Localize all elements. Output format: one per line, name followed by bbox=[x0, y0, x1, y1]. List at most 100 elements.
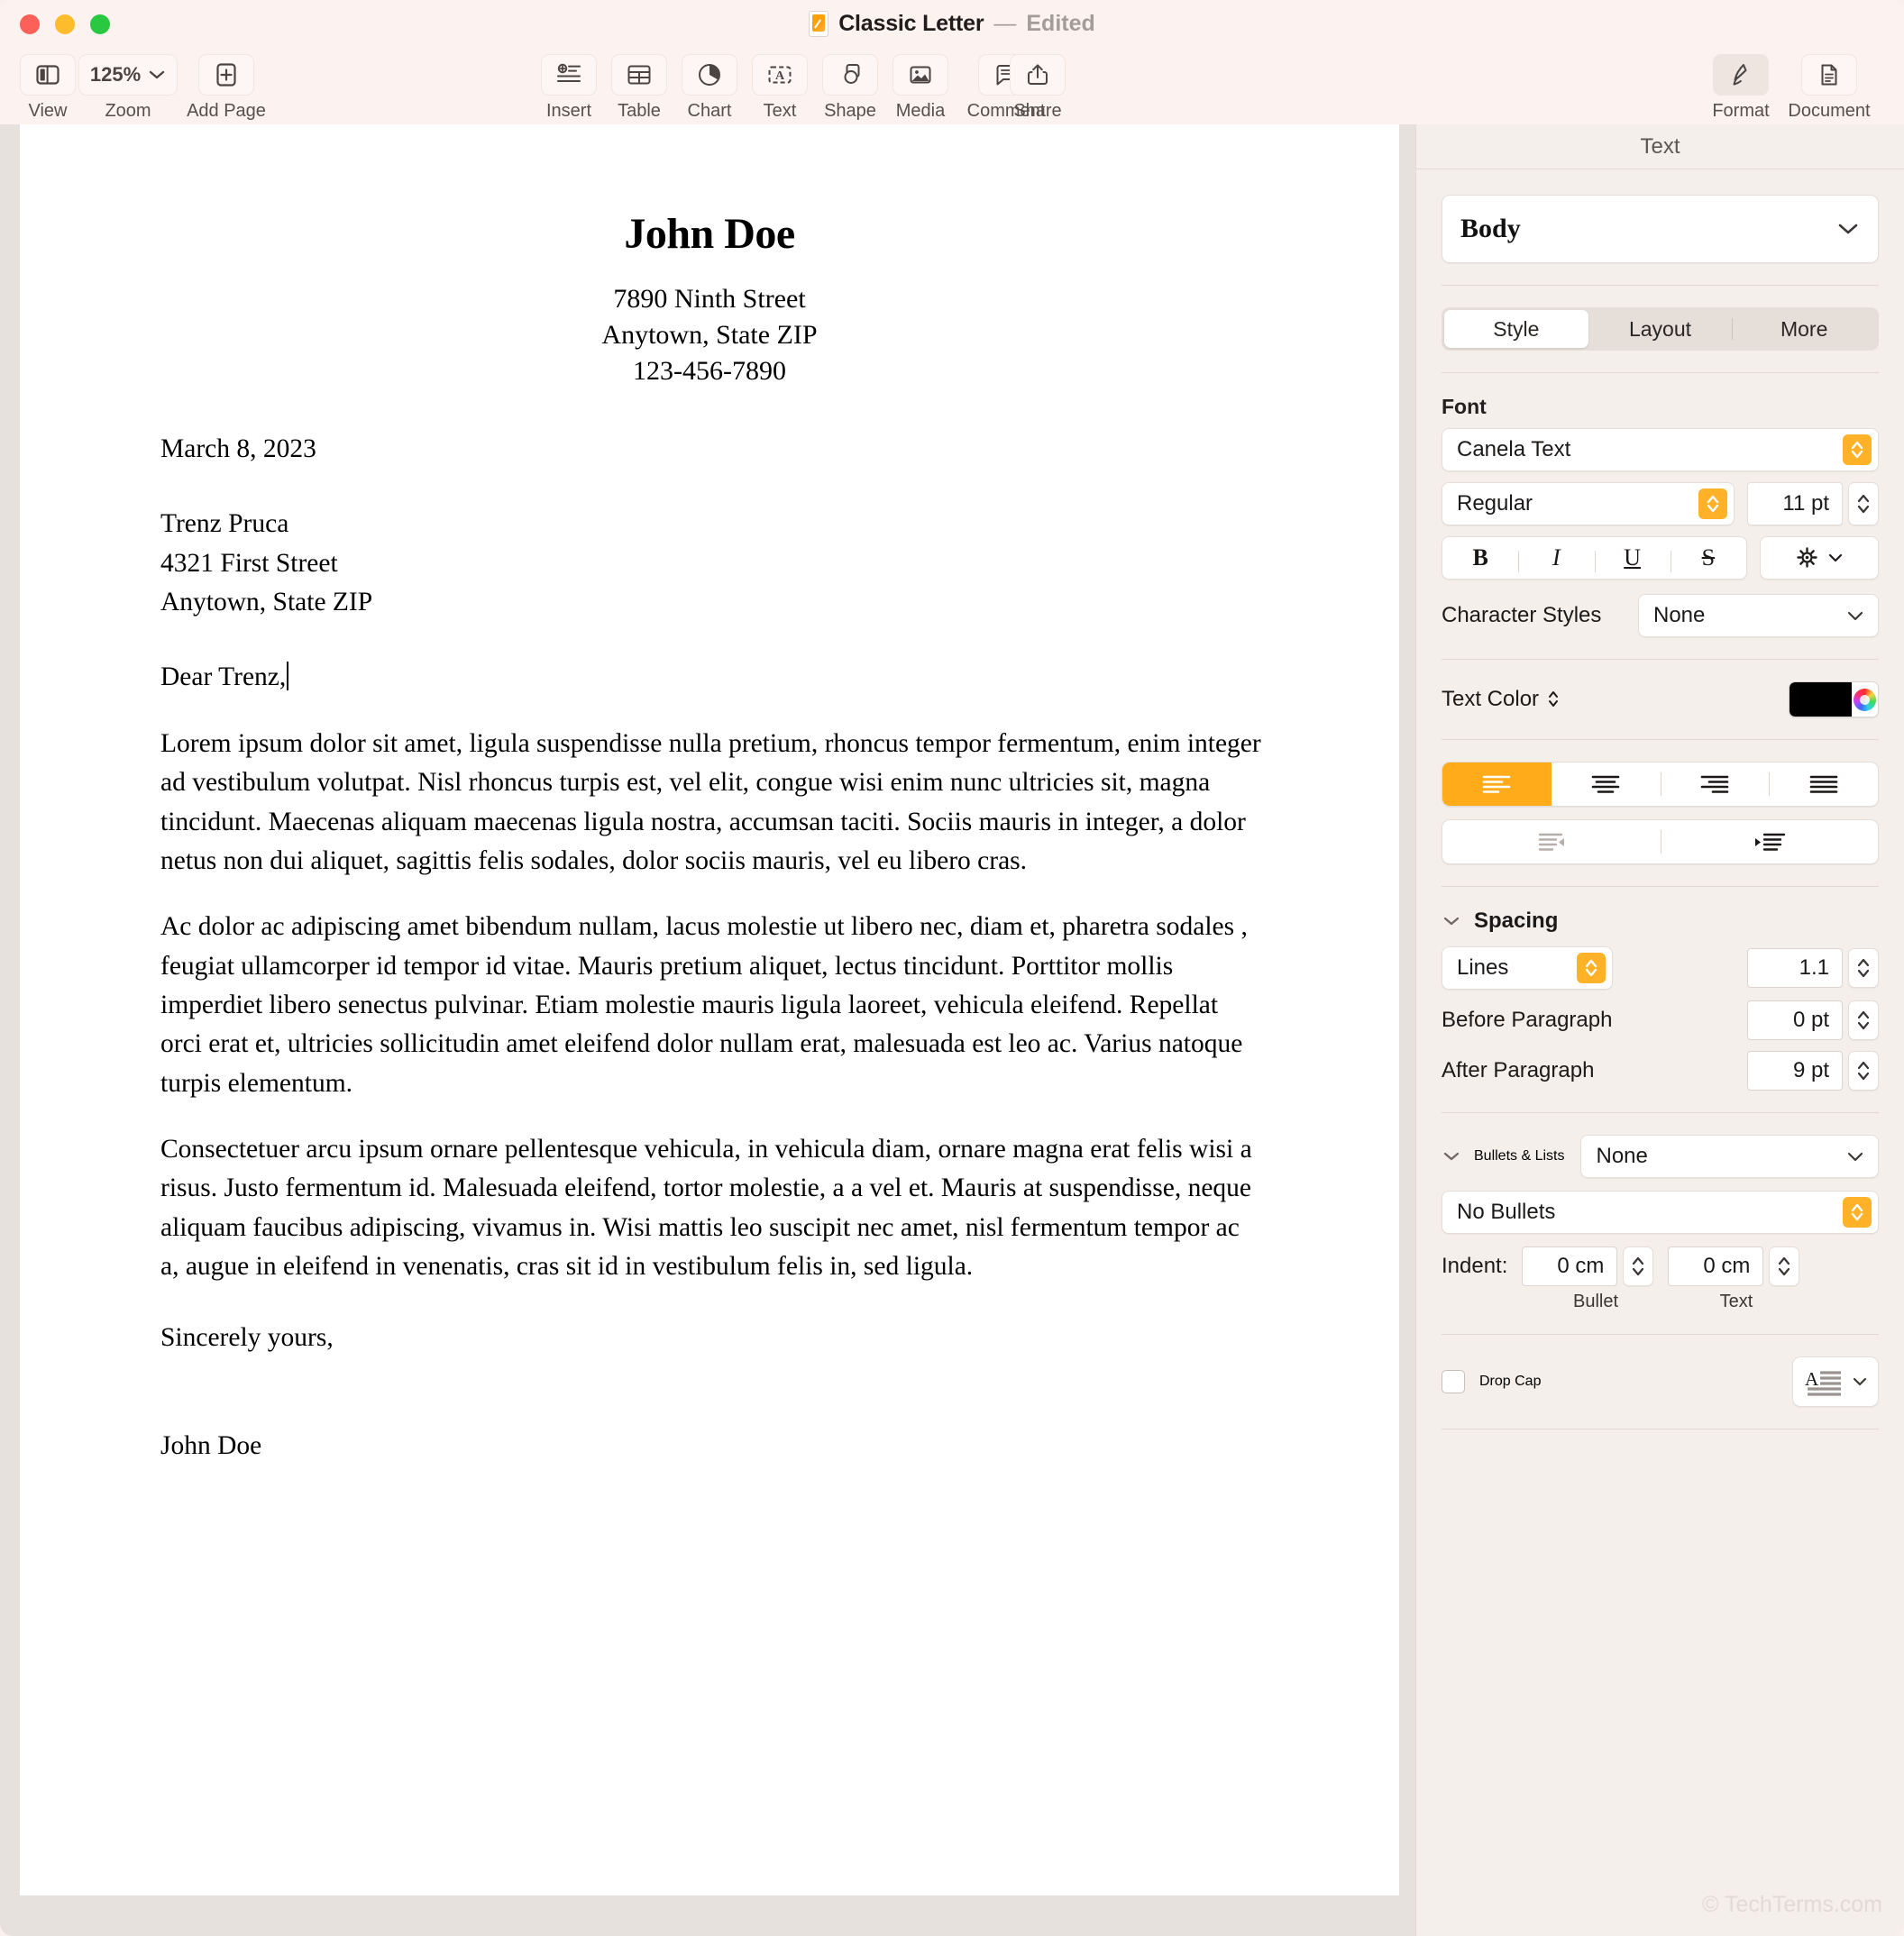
line-spacing-value-stepper[interactable] bbox=[1848, 948, 1879, 988]
font-size-field[interactable]: 11 pt bbox=[1747, 482, 1843, 525]
color-wheel-button[interactable] bbox=[1852, 682, 1878, 717]
list-style-select[interactable]: None bbox=[1580, 1135, 1879, 1178]
align-center-button[interactable] bbox=[1552, 763, 1661, 806]
tab-more[interactable]: More bbox=[1732, 310, 1876, 348]
align-right-button[interactable] bbox=[1660, 763, 1770, 806]
toolbar-document[interactable]: Document bbox=[1776, 54, 1882, 122]
body-paragraph[interactable]: Lorem ipsum dolor sit amet, ligula suspe… bbox=[160, 725, 1264, 881]
recipient-line: Trenz Pruca bbox=[160, 509, 289, 539]
chevron-down-icon bbox=[1828, 553, 1843, 562]
bullet-indent-caption: Bullet bbox=[1572, 1292, 1619, 1311]
drop-cap-preview-button[interactable]: A bbox=[1792, 1356, 1879, 1407]
paragraph-style-select[interactable]: Body bbox=[1442, 195, 1879, 263]
before-paragraph-field[interactable]: 0 pt bbox=[1747, 1000, 1843, 1040]
indent-captions-row: Bullet Text bbox=[1442, 1292, 1879, 1312]
format-sidebar: Text Body Style Layout More Font Canela … bbox=[1415, 124, 1904, 1936]
chart-button[interactable] bbox=[682, 54, 737, 96]
line-spacing-stepper-icon[interactable] bbox=[1577, 953, 1606, 983]
document-button[interactable] bbox=[1801, 54, 1857, 96]
text-indent-field[interactable]: 0 cm bbox=[1668, 1247, 1764, 1286]
letterhead-name[interactable]: John Doe bbox=[20, 209, 1399, 259]
media-button[interactable] bbox=[892, 54, 948, 96]
font-options-button[interactable] bbox=[1760, 536, 1879, 580]
toolbar-shape[interactable]: Shape bbox=[815, 54, 885, 122]
text-color-swatch[interactable] bbox=[1790, 682, 1852, 717]
toolbar-add-page[interactable]: Add Page bbox=[173, 54, 279, 122]
after-paragraph-field[interactable]: 9 pt bbox=[1747, 1051, 1843, 1091]
format-button[interactable] bbox=[1713, 54, 1769, 96]
font-size-stepper[interactable] bbox=[1848, 482, 1879, 525]
signature-line[interactable]: John Doe bbox=[160, 1427, 1264, 1466]
drop-cap-checkbox[interactable] bbox=[1442, 1370, 1465, 1393]
italic-button[interactable]: I bbox=[1518, 544, 1594, 572]
character-styles-select[interactable]: None bbox=[1638, 594, 1879, 637]
body-paragraph[interactable]: Ac dolor ac adipiscing amet bibendum nul… bbox=[160, 908, 1264, 1103]
letter-body[interactable]: March 8, 2023 Trenz Pruca 4321 First Str… bbox=[160, 430, 1264, 1466]
text-color-well[interactable] bbox=[1789, 681, 1879, 717]
toolbar-share[interactable]: Share bbox=[1002, 54, 1073, 122]
divider bbox=[1442, 886, 1879, 887]
document-title[interactable]: Classic Letter bbox=[838, 11, 984, 37]
bullet-indent-stepper[interactable] bbox=[1623, 1247, 1654, 1286]
text-button[interactable]: A bbox=[752, 54, 808, 96]
bullets-title[interactable]: Bullets & Lists bbox=[1474, 1148, 1564, 1164]
bullet-type-stepper-icon[interactable] bbox=[1843, 1197, 1872, 1228]
line-spacing-mode-select[interactable]: Lines bbox=[1442, 946, 1613, 990]
recipient-block[interactable]: Trenz Pruca 4321 First Street Anytown, S… bbox=[160, 505, 1264, 622]
decrease-indent-button[interactable] bbox=[1442, 820, 1661, 863]
toolbar-zoom[interactable]: 125% Zoom bbox=[78, 54, 178, 122]
toolbar-media[interactable]: Media bbox=[885, 54, 956, 122]
share-label: Share bbox=[1013, 101, 1062, 121]
closing-line[interactable]: Sincerely yours, bbox=[160, 1319, 1264, 1357]
toolbar-text[interactable]: A Text bbox=[745, 54, 815, 122]
font-family-value: Canela Text bbox=[1457, 437, 1571, 461]
toolbar-insert[interactable]: Insert bbox=[534, 54, 604, 122]
watermark: © TechTerms.com bbox=[1702, 1892, 1882, 1917]
document-canvas[interactable]: John Doe 7890 Ninth Street Anytown, Stat… bbox=[0, 124, 1415, 1936]
font-weight-select[interactable]: Regular bbox=[1442, 482, 1735, 525]
letter-date[interactable]: March 8, 2023 bbox=[160, 430, 1264, 469]
add-page-button[interactable] bbox=[198, 54, 254, 96]
letterhead-address[interactable]: 7890 Ninth Street Anytown, State ZIP 123… bbox=[20, 286, 1399, 385]
font-weight-stepper-icon[interactable] bbox=[1698, 489, 1727, 519]
tab-style[interactable]: Style bbox=[1444, 310, 1588, 348]
font-family-select[interactable]: Canela Text bbox=[1442, 428, 1879, 471]
insert-button[interactable] bbox=[541, 54, 597, 96]
underline-button[interactable]: U bbox=[1594, 544, 1671, 572]
document-page[interactable]: John Doe 7890 Ninth Street Anytown, Stat… bbox=[20, 124, 1399, 1895]
paragraph-style-value: Body bbox=[1460, 214, 1521, 243]
view-button[interactable] bbox=[20, 54, 76, 96]
toolbar-left-group: View 125% Zoom Add Page bbox=[13, 54, 279, 122]
tab-more-label: More bbox=[1780, 316, 1828, 341]
toolbar-table[interactable]: Table bbox=[604, 54, 674, 122]
toolbar-view[interactable]: View bbox=[13, 54, 83, 122]
shape-button[interactable] bbox=[822, 54, 878, 96]
share-button[interactable] bbox=[1010, 54, 1066, 96]
increase-indent-button[interactable] bbox=[1660, 820, 1879, 863]
before-paragraph-stepper[interactable] bbox=[1848, 1000, 1879, 1040]
body-paragraph[interactable]: Consectetuer arcu ipsum ornare pellentes… bbox=[160, 1130, 1264, 1286]
table-button[interactable] bbox=[611, 54, 667, 96]
font-family-stepper-icon[interactable] bbox=[1843, 434, 1872, 465]
align-left-icon bbox=[1483, 775, 1511, 793]
bold-button[interactable]: B bbox=[1442, 544, 1518, 571]
align-justify-button[interactable] bbox=[1769, 763, 1878, 806]
increase-indent-icon bbox=[1755, 833, 1786, 851]
toolbar-format[interactable]: Format bbox=[1706, 54, 1776, 122]
before-paragraph-label: Before Paragraph bbox=[1442, 1008, 1613, 1032]
after-paragraph-stepper[interactable] bbox=[1848, 1051, 1879, 1091]
strikethrough-button[interactable]: S bbox=[1670, 544, 1746, 572]
line-spacing-value-field[interactable]: 1.1 bbox=[1747, 948, 1843, 988]
salutation-line[interactable]: Dear Trenz, bbox=[160, 658, 289, 697]
zoom-button[interactable]: 125% bbox=[78, 54, 178, 96]
spacing-section-header[interactable]: Spacing bbox=[1442, 909, 1879, 934]
recipient-line: 4321 First Street bbox=[160, 548, 338, 578]
tab-layout[interactable]: Layout bbox=[1588, 310, 1733, 348]
bullet-indent-field[interactable]: 0 cm bbox=[1522, 1247, 1618, 1286]
line-spacing-row: Lines 1.1 bbox=[1442, 946, 1879, 990]
text-indent-stepper[interactable] bbox=[1769, 1247, 1800, 1286]
align-left-button[interactable] bbox=[1442, 763, 1552, 806]
bullet-type-select[interactable]: No Bullets bbox=[1442, 1191, 1879, 1234]
toolbar-chart[interactable]: Chart bbox=[674, 54, 745, 122]
divider bbox=[1442, 285, 1879, 286]
